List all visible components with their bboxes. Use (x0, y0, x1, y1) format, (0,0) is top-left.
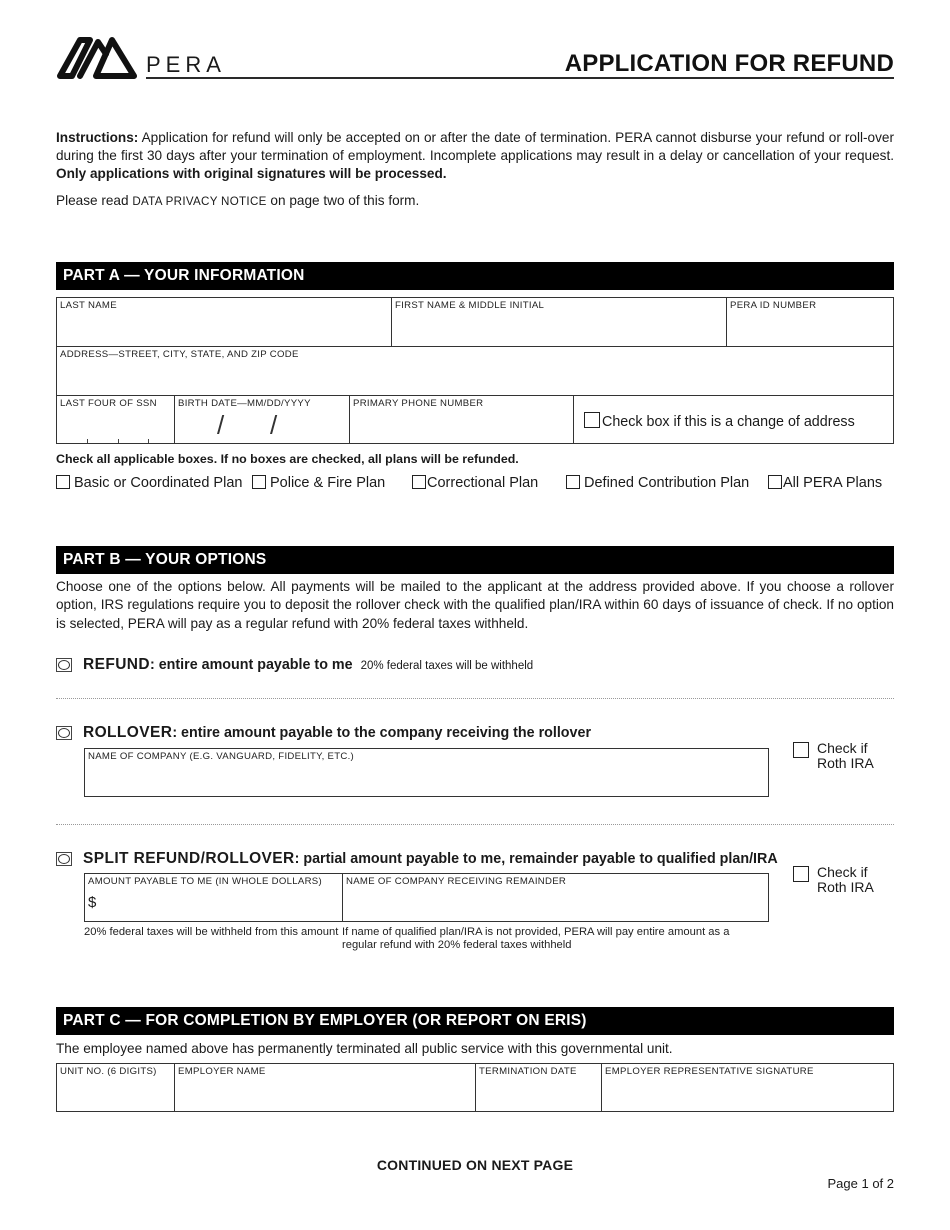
change-of-address-option[interactable]: Check box if this is a change of address (584, 412, 855, 430)
last-name-field[interactable]: LAST NAME (56, 297, 392, 347)
date-separator: / (217, 410, 225, 440)
plan-option-basic[interactable]: Basic or Coordinated Plan (56, 475, 242, 491)
plan-checkbox[interactable] (768, 475, 782, 489)
plan-label: All PERA Plans (783, 475, 883, 491)
plan-label: Correctional Plan (427, 475, 539, 491)
plan-option-all[interactable]: All PERA Plans (768, 475, 882, 491)
termination-date-field[interactable]: TERMINATION DATE (475, 1063, 602, 1112)
unit-number-field[interactable]: UNIT NO. (6 DIGITS) (56, 1063, 175, 1112)
pera-id-label: PERA ID NUMBER (730, 300, 817, 311)
split-amount-label: AMOUNT PAYABLE TO ME (IN WHOLE DOLLARS) (88, 876, 322, 887)
continued-note: CONTINUED ON NEXT PAGE (376, 1157, 574, 1173)
ssn-digit-tick (118, 439, 119, 443)
rollover-company-label: NAME OF COMPANY (E.G. VANGUARD, FIDELITY… (88, 751, 355, 762)
plan-option-police-fire[interactable]: Police & Fire Plan (252, 475, 385, 491)
refund-title: REFUND (83, 656, 150, 673)
split-option-label: SPLIT REFUND/ROLLOVER: partial amount pa… (83, 850, 778, 868)
split-company-label: NAME OF COMPANY RECEIVING REMAINDER (346, 876, 567, 887)
split-radio[interactable] (56, 852, 72, 866)
rollover-radio[interactable] (56, 726, 72, 740)
birth-date-field[interactable]: BIRTH DATE—MM/DD/YYYY / / (174, 395, 350, 444)
ssn-label: LAST FOUR OF SSN (60, 398, 157, 409)
change-of-address-cell: Check box if this is a change of address (573, 395, 894, 444)
split-desc: : partial amount payable to me, remainde… (294, 851, 778, 867)
address-label: ADDRESS—STREET, CITY, STATE, AND ZIP COD… (60, 349, 299, 360)
instructions: Instructions: Application for refund wil… (56, 129, 894, 183)
employer-name-field[interactable]: EMPLOYER NAME (174, 1063, 476, 1112)
split-roth-checkbox[interactable] (793, 866, 809, 882)
part-c-statement: The employee named above has permanently… (56, 1041, 673, 1056)
rollover-roth-checkbox[interactable] (793, 742, 809, 758)
divider (56, 824, 894, 825)
ssn-digit-tick (148, 439, 149, 443)
currency-symbol: $ (88, 894, 97, 911)
split-title: SPLIT REFUND/ROLLOVER (83, 850, 295, 867)
privacy-suffix: on page two of this form. (266, 193, 420, 208)
rollover-option-label: ROLLOVER: entire amount payable to the c… (83, 724, 591, 742)
first-name-label: FIRST NAME & MIDDLE INITIAL (395, 300, 545, 311)
rollover-company-field[interactable]: NAME OF COMPANY (E.G. VANGUARD, FIDELITY… (84, 748, 769, 797)
plan-checkbox[interactable] (566, 475, 580, 489)
refund-tax-note: 20% federal taxes will be withheld (360, 660, 534, 672)
last-name-label: LAST NAME (60, 300, 117, 311)
split-roth-label: Check if Roth IRA (817, 864, 874, 895)
plan-option-defined-contribution[interactable]: Defined Contribution Plan (566, 475, 749, 491)
refund-option-label: REFUND: entire amount payable to me 20% f… (83, 656, 533, 674)
plan-checkbox[interactable] (252, 475, 266, 489)
employer-signature-field[interactable]: EMPLOYER REPRESENTATIVE SIGNATURE (601, 1063, 894, 1112)
plan-checkbox[interactable] (412, 475, 426, 489)
employer-signature-label: EMPLOYER REPRESENTATIVE SIGNATURE (605, 1066, 814, 1077)
first-name-field[interactable]: FIRST NAME & MIDDLE INITIAL (391, 297, 727, 347)
unit-number-label: UNIT NO. (6 DIGITS) (60, 1066, 157, 1077)
refund-desc: : entire amount payable to me (149, 657, 353, 673)
page-number: Page 1 of 2 (827, 1176, 895, 1191)
part-b-header: PART B — YOUR OPTIONS (56, 546, 894, 574)
plans-instruction: Check all applicable boxes. If no boxes … (56, 452, 519, 466)
instructions-lead: Instructions: (56, 130, 139, 145)
privacy-note: Please read DATA PRIVACY NOTICE on page … (56, 193, 419, 208)
part-a-header: PART A — YOUR INFORMATION (56, 262, 894, 290)
phone-label: PRIMARY PHONE NUMBER (353, 398, 484, 409)
birth-date-label: BIRTH DATE—MM/DD/YYYY (178, 398, 311, 409)
plan-checkbox[interactable] (56, 475, 70, 489)
plan-label: Defined Contribution Plan (584, 475, 750, 491)
pera-id-field[interactable]: PERA ID NUMBER (726, 297, 894, 347)
employer-name-label: EMPLOYER NAME (178, 1066, 266, 1077)
logo-text: PERA (146, 52, 226, 77)
phone-field[interactable]: PRIMARY PHONE NUMBER (349, 395, 574, 444)
split-amount-note: 20% federal taxes will be withheld from … (84, 926, 339, 938)
part-c-header: PART C — FOR COMPLETION BY EMPLOYER (OR … (56, 1007, 894, 1035)
refund-radio[interactable] (56, 658, 72, 672)
rollover-title: ROLLOVER (83, 724, 173, 741)
ssn-field[interactable]: LAST FOUR OF SSN (56, 395, 175, 444)
divider (56, 698, 894, 699)
data-privacy-notice-link[interactable]: DATA PRIVACY NOTICE (132, 195, 266, 208)
rollover-roth-label: Check if Roth IRA (817, 740, 874, 771)
pera-logo-icon (57, 37, 137, 79)
change-of-address-checkbox[interactable] (584, 412, 600, 428)
instructions-body: Application for refund will only be acce… (56, 130, 894, 163)
date-separator: / (270, 410, 278, 440)
address-field[interactable]: ADDRESS—STREET, CITY, STATE, AND ZIP COD… (56, 346, 894, 396)
split-company-note: If name of qualified plan/IRA is not pro… (342, 926, 730, 951)
split-amount-field[interactable]: AMOUNT PAYABLE TO ME (IN WHOLE DOLLARS) … (84, 873, 343, 922)
plan-label: Basic or Coordinated Plan (74, 475, 243, 491)
instructions-emphasis: Only applications with original signatur… (56, 166, 447, 181)
ssn-digit-tick (87, 439, 88, 443)
plan-label: Police & Fire Plan (270, 475, 386, 491)
split-company-field[interactable]: NAME OF COMPANY RECEIVING REMAINDER (342, 873, 769, 922)
part-b-intro: Choose one of the options below. All pay… (56, 579, 894, 631)
document-title: APPLICATION FOR REFUND (564, 50, 894, 77)
plan-option-correctional[interactable]: Correctional Plan (412, 475, 538, 491)
rollover-desc: : entire amount payable to the company r… (172, 725, 592, 741)
privacy-prefix: Please read (56, 193, 133, 208)
change-of-address-label: Check box if this is a change of address (602, 414, 855, 430)
termination-date-label: TERMINATION DATE (479, 1066, 577, 1077)
